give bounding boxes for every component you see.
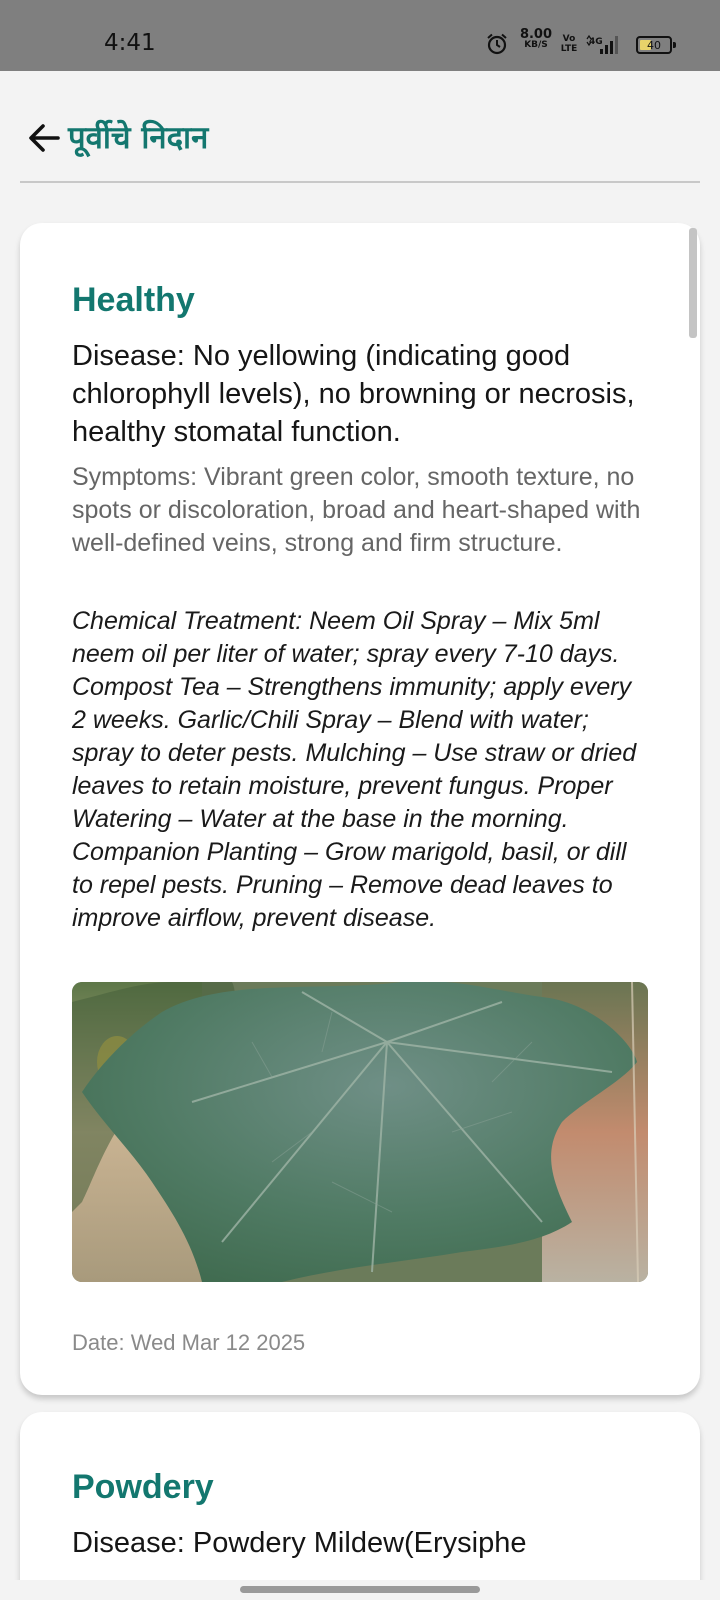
battery-level: 40	[647, 38, 661, 52]
diagnosis-list[interactable]: Healthy Disease: No yellowing (indicatin…	[0, 190, 720, 1580]
alarm-icon	[487, 33, 507, 55]
net-speed: 8.00 KB/S	[518, 27, 554, 50]
diagnosis-card[interactable]: Powdery Disease: Powdery Mildew(Erysiphe	[20, 1412, 700, 1580]
diagnosis-name: Healthy	[72, 281, 195, 319]
volte-indicator: Vo LTE	[560, 34, 578, 54]
leaf-photo	[72, 982, 648, 1282]
symptoms-text: Symptoms: Vibrant green color, smooth te…	[72, 463, 641, 557]
diagnosis-date: Date: Wed Mar 12 2025	[72, 1330, 306, 1355]
signal-icon: 4G	[586, 34, 618, 54]
page-title: पूर्वीचे निदान	[68, 120, 209, 156]
diagnosis-name: Powdery	[72, 1468, 214, 1506]
status-time: 4:41	[104, 30, 156, 56]
disease-text: Disease: Powdery Mildew(Erysiphe	[72, 1527, 527, 1559]
gesture-nav-handle[interactable]	[240, 1586, 480, 1593]
net-speed-value: 8.00	[519, 27, 553, 42]
arrow-left-icon[interactable]	[24, 118, 64, 158]
diagnosis-card[interactable]: Healthy Disease: No yellowing (indicatin…	[20, 223, 700, 1395]
app-header: पूर्वीचे निदान	[20, 100, 700, 183]
scrollbar[interactable]	[689, 228, 697, 338]
treatment-text: Chemical Treatment: Neem Oil Spray – Mix…	[72, 607, 637, 932]
status-bar: 4:41 8.00 KB/S Vo LTE 4G 40	[0, 0, 720, 71]
battery-icon: 40	[636, 36, 676, 54]
disease-text: Disease: No yellowing (indicating good c…	[72, 340, 635, 448]
